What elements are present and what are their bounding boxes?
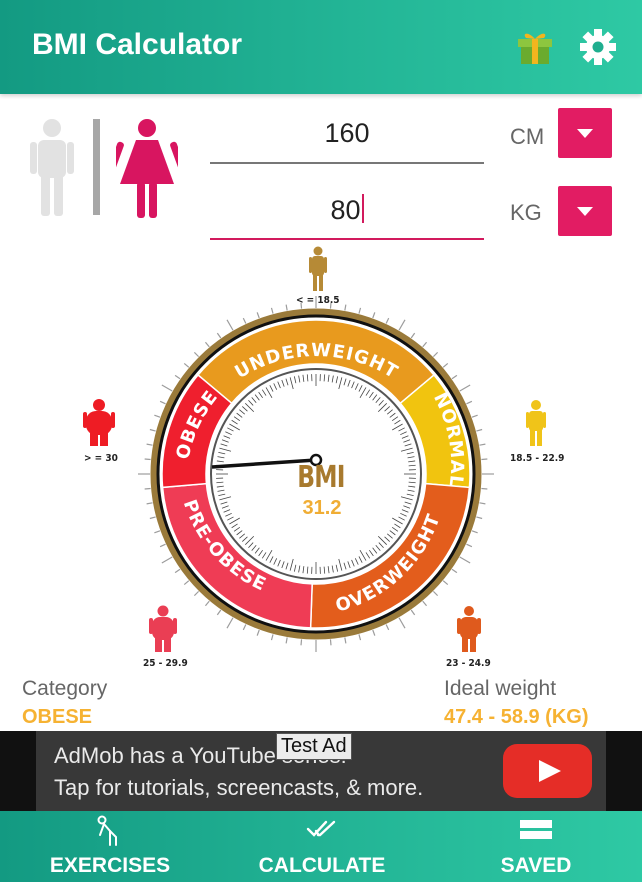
outer-tick [385, 317, 390, 324]
outer-tick [256, 629, 260, 636]
outer-tick [161, 384, 173, 392]
category-value: OBESE [22, 706, 93, 728]
outer-tick [193, 351, 200, 358]
outer-tick [242, 624, 247, 631]
outer-tick [144, 458, 151, 461]
outer-tick [216, 332, 222, 339]
underweight-figure-icon [309, 246, 327, 291]
outer-tick [204, 600, 210, 607]
ideal-weight-label: Ideal weight [444, 677, 557, 700]
normal-figure-icon [526, 400, 546, 446]
outer-tick [193, 590, 200, 597]
outer-tick [432, 351, 439, 358]
overweight-figure-icon [457, 606, 481, 652]
obese-figure-icon [83, 399, 115, 446]
outer-tick [471, 414, 478, 418]
ad-banner[interactable]: AdMob has a YouTube series! Tap for tuto… [0, 731, 642, 811]
bmi-value: 31.2 [302, 497, 342, 519]
outer-tick [398, 617, 406, 629]
outer-tick [372, 629, 376, 636]
youtube-play-icon[interactable] [503, 744, 592, 798]
outer-tick [422, 600, 428, 607]
outer-tick [154, 414, 161, 418]
category-label: Category [22, 677, 108, 700]
outer-tick [300, 639, 303, 646]
outer-tick [226, 319, 234, 331]
ideal-weight-value: 47.4 - 58.9 (KG) [444, 706, 589, 728]
outer-tick [471, 530, 478, 534]
outer-tick [358, 634, 362, 641]
outer-tick [161, 556, 173, 564]
nav-exercises-label: EXERCISES [49, 854, 171, 877]
outer-tick [442, 580, 449, 586]
outer-tick [159, 400, 166, 405]
outer-tick [226, 617, 234, 629]
outer-tick [432, 590, 439, 597]
outer-tick [183, 362, 190, 368]
outer-tick [479, 443, 486, 446]
outer-tick [451, 568, 458, 574]
outer-tick [146, 502, 153, 505]
outer-tick [466, 543, 473, 548]
outer-tick [410, 609, 416, 616]
nav-exercises[interactable]: EXERCISES [30, 811, 190, 882]
outer-tick [144, 487, 151, 490]
ad-text-line2: Tap for tutorials, screencasts, & more. [54, 775, 424, 800]
outer-tick [183, 580, 190, 586]
outer-tick [242, 317, 247, 324]
bmi-label: BMI [297, 460, 345, 495]
nav-saved[interactable]: SAVED [456, 811, 616, 882]
outer-tick [398, 319, 406, 331]
outer-tick [149, 516, 156, 520]
range-label-pre-obese: 25 - 29.9 [143, 658, 188, 669]
range-label-normal: 18.5 - 22.9 [510, 453, 565, 464]
outer-tick [385, 624, 390, 631]
outer-tick [481, 487, 488, 490]
nav-calculate[interactable]: CALCULATE [242, 811, 402, 882]
outer-tick [479, 502, 486, 505]
outer-tick [442, 362, 449, 368]
outer-tick [466, 400, 473, 405]
ad-content[interactable]: AdMob has a YouTube series! Tap for tuto… [36, 731, 606, 811]
range-label-overweight: 23 - 24.9 [446, 658, 491, 669]
outer-tick [410, 332, 416, 339]
outer-tick [285, 637, 288, 644]
outer-tick [146, 443, 153, 446]
outer-tick [372, 312, 376, 319]
outer-tick [459, 384, 471, 392]
outer-tick [174, 568, 181, 574]
outer-tick [204, 341, 210, 348]
pre-obese-figure-icon [149, 605, 177, 652]
outer-tick [174, 374, 181, 380]
double-check-icon [306, 820, 336, 837]
outer-tick [451, 374, 458, 380]
outer-tick [422, 341, 428, 348]
outer-tick [154, 530, 161, 534]
outer-tick [159, 543, 166, 548]
bottom-navigation: EXERCISES CALCULATE SAVED [0, 811, 642, 882]
range-label-obese: > = 30 [84, 453, 118, 464]
outer-tick [285, 304, 288, 311]
outer-tick [149, 428, 156, 432]
test-ad-badge: Test Ad [276, 733, 352, 760]
nav-saved-label: SAVED [500, 854, 572, 877]
outer-tick [256, 312, 260, 319]
outer-tick [270, 634, 274, 641]
exercise-figure-icon [97, 815, 117, 846]
outer-tick [216, 609, 222, 616]
outer-tick [329, 639, 332, 646]
outer-tick [459, 556, 471, 564]
outer-tick [476, 428, 483, 432]
outer-tick [270, 307, 274, 314]
outer-tick [344, 304, 347, 311]
outer-tick [481, 458, 488, 461]
nav-calculate-label: CALCULATE [258, 854, 386, 877]
range-label-underweight: < = 18.5 [296, 295, 340, 306]
outer-tick [344, 637, 347, 644]
outer-tick [358, 307, 362, 314]
saved-list-icon [520, 820, 552, 839]
outer-tick [476, 516, 483, 520]
